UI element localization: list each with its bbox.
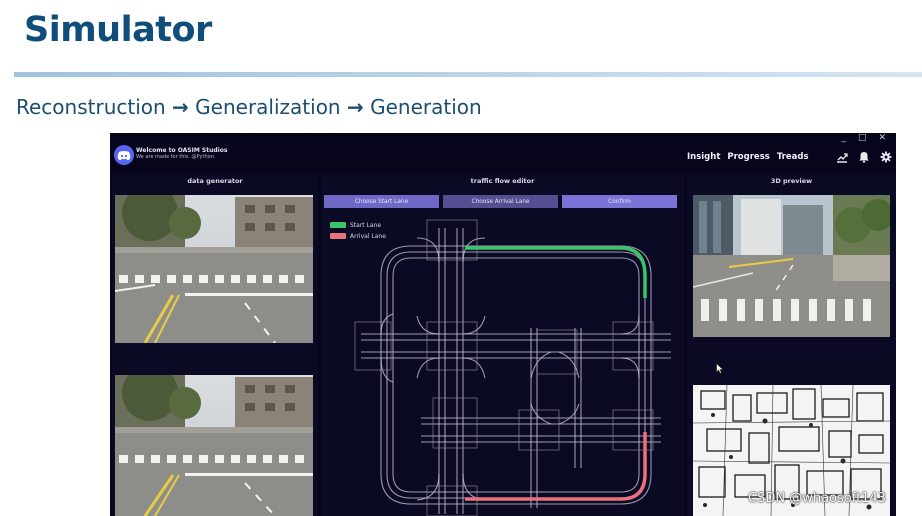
3d-preview-image	[693, 195, 890, 337]
slide: Simulator Reconstruction → Generalizatio…	[0, 0, 922, 516]
lane-button-row: Choose Start Lane Choose Arrival Lane Co…	[324, 195, 677, 208]
slide-title: Simulator	[24, 10, 212, 50]
step-reconstruction: Reconstruction	[16, 95, 166, 119]
welcome-title: Welcome to OASIM Studios	[136, 147, 228, 154]
maximize-button[interactable]: □	[858, 133, 867, 145]
chart-icon[interactable]	[836, 151, 848, 163]
close-button[interactable]: ✕	[878, 133, 886, 145]
mouse-cursor-icon	[716, 363, 724, 374]
nav-treads[interactable]: Treads	[777, 152, 809, 162]
choose-arrival-lane-button[interactable]: Choose Arrival Lane	[443, 195, 558, 208]
window-controls: _ □ ✕	[841, 133, 886, 145]
confirm-button[interactable]: Confirm	[562, 195, 677, 208]
title-divider	[14, 72, 922, 77]
choose-start-lane-button[interactable]: Choose Start Lane	[324, 195, 439, 208]
panel-title-3d-preview: 3D preview	[770, 177, 813, 185]
street-scene-image	[115, 375, 313, 516]
welcome-text: Welcome to OASIM Studios We are made for…	[136, 147, 227, 160]
road-network-map[interactable]	[321, 218, 684, 516]
minimize-button[interactable]: _	[841, 133, 846, 145]
street-scene-image	[115, 195, 313, 343]
bell-icon[interactable]	[858, 151, 870, 163]
arrow-right-icon: →	[346, 95, 364, 119]
panel-title-data-generator: data generator	[187, 177, 243, 185]
start-lane-path[interactable]	[465, 246, 647, 298]
gear-icon[interactable]	[880, 151, 892, 163]
welcome-subtitle: We are made for this. @Python.	[136, 154, 216, 160]
oasim-app-window: _ □ ✕ Welcome to OASIM Studios We are ma…	[110, 133, 896, 516]
nav-progress[interactable]: Progress	[727, 152, 769, 162]
nav-insight[interactable]: Insight	[687, 152, 720, 162]
top-nav: Insight Progress Treads	[687, 152, 809, 162]
app-logo-icon	[114, 145, 134, 165]
step-generalization: Generalization	[195, 95, 341, 119]
slide-subtitle: Reconstruction → Generalization → Genera…	[16, 95, 482, 119]
step-generation: Generation	[370, 95, 482, 119]
arrow-right-icon: →	[172, 95, 189, 119]
top-icons	[836, 151, 892, 163]
panel-title-traffic-flow-editor: traffic flow editor	[470, 177, 535, 185]
csdn-watermark: CSDN @whaosoft143	[748, 491, 886, 506]
